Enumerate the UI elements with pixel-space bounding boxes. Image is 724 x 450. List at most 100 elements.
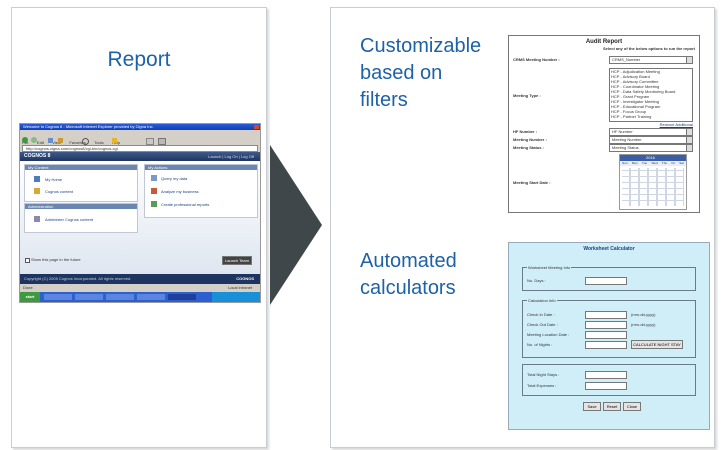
hf-number-select[interactable]: HF Number bbox=[609, 128, 693, 136]
refresh-icon[interactable] bbox=[48, 138, 53, 143]
launch-button[interactable]: Launch Team bbox=[222, 256, 252, 265]
no-days-label: No. Days : bbox=[527, 278, 546, 283]
close-button[interactable]: Close bbox=[623, 402, 641, 411]
back-icon[interactable] bbox=[22, 137, 28, 143]
my-home-icon bbox=[34, 176, 40, 182]
administration-title: Administration bbox=[25, 204, 137, 209]
calendar-weekdays: Sun Mon Tue Wed Thu Fri Sat bbox=[620, 161, 686, 166]
no-days-input[interactable] bbox=[585, 277, 627, 285]
check-in-label: Check In Date : bbox=[527, 312, 555, 317]
hf-number-label: HF Number : bbox=[513, 129, 537, 134]
calculate-button[interactable]: CALCULATE NIGHT STAY bbox=[631, 340, 683, 349]
start-date-label: Meeting Start Date : bbox=[513, 180, 551, 185]
report-link[interactable]: Create professional reports bbox=[161, 202, 209, 207]
analyze-link[interactable]: Analyze my business bbox=[161, 189, 199, 194]
show-page-checkbox[interactable] bbox=[25, 258, 30, 263]
audit-subtitle: Select any of the below options to run t… bbox=[602, 46, 695, 51]
system-tray bbox=[212, 292, 260, 302]
window-titlebar: Welcome to Cognos 8 - Microsoft Internet… bbox=[20, 124, 260, 130]
customizable-heading: Customizable based on filters bbox=[360, 33, 500, 114]
meeting-status-select[interactable]: Meeting Status bbox=[609, 144, 693, 152]
home-icon[interactable] bbox=[58, 138, 63, 143]
start-button[interactable]: start bbox=[20, 292, 40, 302]
customizable-line1: Customizable bbox=[360, 35, 482, 57]
window-title: Welcome to Cognos 8 - Microsoft Internet… bbox=[23, 124, 154, 129]
totals-group: Total Night Stays : Total Expenses : bbox=[522, 364, 696, 396]
address-bar[interactable]: http://cognos.cigna.com/cognos8/cgi-bin/… bbox=[22, 145, 258, 152]
administration-box: Administration Administer Cognos content bbox=[24, 203, 138, 233]
taskbar-item-4[interactable] bbox=[137, 294, 165, 300]
mail-icon[interactable] bbox=[146, 138, 154, 145]
taskbar-item-3[interactable] bbox=[106, 294, 134, 300]
weekday: Wed bbox=[651, 161, 658, 165]
total-expenses-input[interactable] bbox=[585, 382, 627, 390]
worksheet-title: Worksheet Calculator bbox=[583, 246, 635, 252]
weekday: Sun bbox=[622, 161, 628, 165]
meeting-status-label: Meeting Status : bbox=[513, 145, 544, 150]
meeting-number-select[interactable]: Meeting Number bbox=[609, 136, 693, 144]
meeting-status-value: Meeting Status bbox=[612, 145, 639, 150]
weekday: Mon bbox=[631, 161, 638, 165]
nights-label: No. of Nights : bbox=[527, 342, 553, 347]
location-date-input[interactable] bbox=[585, 331, 627, 339]
calculators-line1: Automated bbox=[360, 250, 457, 272]
meeting-number-label: Meeting Number : bbox=[513, 137, 547, 142]
query-link[interactable]: Query my data bbox=[161, 176, 187, 181]
my-actions-box: My Actions Query my data Analyze my busi… bbox=[144, 164, 258, 218]
footer-brand: COGNOS bbox=[236, 276, 254, 281]
analyze-icon bbox=[151, 188, 157, 194]
meeting-number-value: Meeting Number bbox=[612, 137, 642, 142]
taskbar-item-1[interactable] bbox=[44, 294, 72, 300]
check-in-input[interactable] bbox=[585, 311, 627, 319]
taskbar-item-5[interactable] bbox=[168, 294, 196, 300]
chevron-down-icon bbox=[686, 145, 692, 151]
status-right: Local intranet bbox=[227, 285, 252, 290]
report-title: Report bbox=[107, 48, 171, 71]
calculators-line2: calculators bbox=[360, 277, 456, 299]
browser-menubar: File Edit View Favorites Tools Help bbox=[22, 131, 120, 145]
search-icon[interactable] bbox=[82, 138, 89, 145]
weekday: Thu bbox=[661, 161, 668, 165]
meeting-type-list[interactable]: HCP - Adjudication Meeting HCP - Advisor… bbox=[609, 68, 693, 122]
check-out-hint: (mm-dd-yyyy) bbox=[631, 322, 656, 327]
crms-value: CRMS_Number bbox=[612, 57, 641, 62]
meeting-type-item[interactable]: HCP - Partner Training bbox=[610, 114, 692, 119]
cognos-content-icon bbox=[34, 188, 40, 194]
location-date-label: Meeting Location Date : bbox=[527, 332, 570, 337]
cognos-footer: Copyright (C) 2005 Cognos Incorporated. … bbox=[20, 274, 260, 284]
window-close-icon[interactable] bbox=[254, 125, 259, 129]
taskbar-item-2[interactable] bbox=[75, 294, 103, 300]
reset-button[interactable]: Reset bbox=[603, 402, 621, 411]
status-bar: Done Local intranet bbox=[20, 285, 260, 291]
check-in-hint: (mm-dd-yyyy) bbox=[631, 312, 656, 317]
my-content-title: My Content bbox=[25, 165, 137, 170]
browser-toolbar bbox=[22, 137, 258, 145]
nights-input[interactable] bbox=[585, 341, 627, 349]
audit-title: Audit Report bbox=[585, 39, 623, 45]
print-icon[interactable] bbox=[158, 138, 166, 145]
worksheet-calculator-screenshot: Worksheet Calculator Worksheet Meeting I… bbox=[508, 242, 710, 430]
crms-select[interactable]: CRMS_Number bbox=[609, 56, 693, 64]
calendar-widget[interactable]: 2016 Sun Mon Tue Wed Thu Fri Sat bbox=[619, 154, 687, 210]
total-night-label: Total Night Stays : bbox=[527, 372, 560, 377]
administer-link[interactable]: Administer Cognos content bbox=[45, 217, 93, 222]
crms-label: CRMS Meeting Number : bbox=[513, 57, 560, 62]
total-night-input[interactable] bbox=[585, 371, 627, 379]
remove-link[interactable]: Remove Additional bbox=[660, 122, 693, 127]
my-home-link[interactable]: My Home bbox=[45, 177, 62, 182]
calendar-grid[interactable] bbox=[622, 168, 684, 206]
header-links[interactable]: Launch | Log On | Log Off bbox=[208, 154, 254, 159]
weekday: Sat bbox=[679, 161, 684, 165]
cognos-content: My Content My Home Cognos content My Act… bbox=[20, 161, 260, 274]
favorites-icon[interactable] bbox=[112, 138, 117, 143]
my-content-box: My Content My Home Cognos content bbox=[24, 164, 138, 202]
save-button[interactable]: Save bbox=[583, 402, 601, 411]
status-left: Done bbox=[23, 285, 33, 290]
cognos-content-link[interactable]: Cognos content bbox=[45, 189, 73, 194]
calculation-info-title: Calculation Info bbox=[527, 298, 557, 303]
forward-icon[interactable] bbox=[31, 137, 37, 143]
check-out-input[interactable] bbox=[585, 321, 627, 329]
check-out-label: Check Out Date : bbox=[527, 322, 558, 327]
chevron-down-icon bbox=[686, 137, 692, 143]
cognos-screenshot: Welcome to Cognos 8 - Microsoft Internet… bbox=[19, 123, 261, 303]
